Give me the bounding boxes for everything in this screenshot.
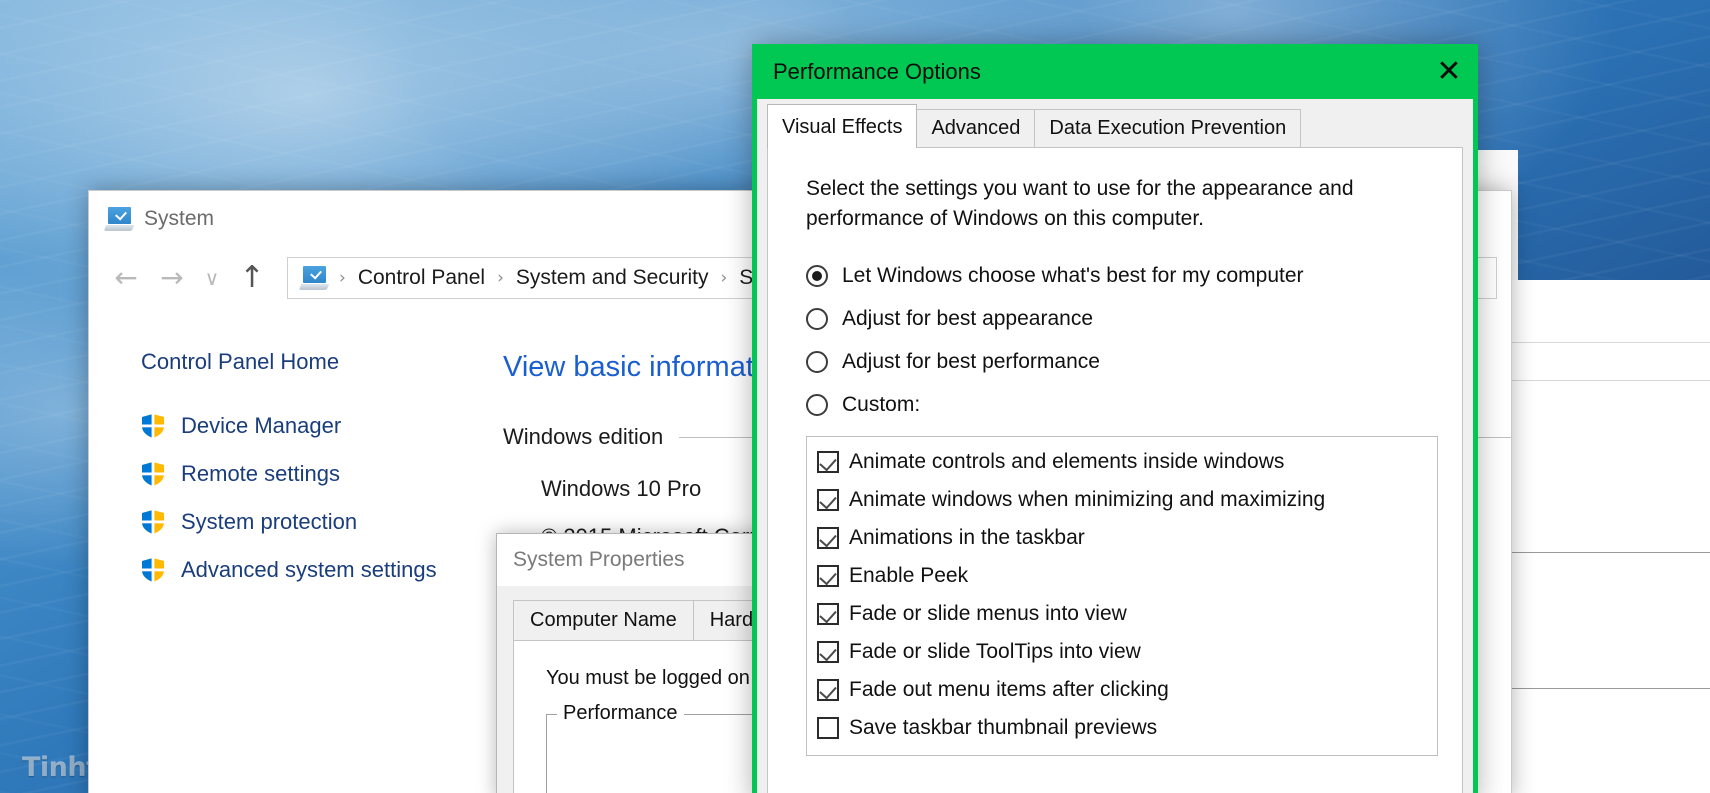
sidebar-item-label: System protection [181,509,358,534]
panel-divider [1480,688,1710,689]
back-icon[interactable]: ← [103,255,149,301]
breadcrumb-separator: › [339,268,346,288]
system-window-title: System [144,207,215,230]
list-item[interactable]: Fade or slide menus into view [817,599,1429,629]
tab-computer-name[interactable]: Computer Name [513,600,694,640]
radio-label: Adjust for best performance [842,349,1100,373]
checkbox-label: Enable Peek [849,563,969,587]
checkbox-icon[interactable] [817,564,839,587]
checkbox-icon[interactable] [817,488,839,511]
panel-divider [1480,552,1710,553]
tab-advanced[interactable]: Advanced [916,109,1036,148]
radio-let-windows-choose[interactable]: Let Windows choose what's best for my co… [806,264,1438,288]
checkbox-label: Animate controls and elements inside win… [849,449,1285,473]
list-item[interactable]: Show shadows under mouse pointer [817,751,1429,756]
performance-options-titlebar: Performance Options ✕ [757,44,1473,99]
up-icon[interactable]: ↑ [229,255,275,301]
shield-icon [141,509,165,535]
breadcrumb-separator: › [497,268,504,288]
checkbox-icon[interactable] [817,602,839,625]
sidebar-item-control-panel-home[interactable]: Control Panel Home [141,349,489,375]
breadcrumb-monitor-icon [298,266,330,290]
list-item[interactable]: Fade or slide ToolTips into view [817,637,1429,667]
list-item[interactable]: Enable Peek [817,561,1429,591]
list-item[interactable]: Save taskbar thumbnail previews [817,713,1429,743]
checkbox-icon[interactable] [817,716,839,739]
close-icon[interactable]: ✕ [1420,44,1473,99]
checkbox-label: Animations in the taskbar [849,525,1085,549]
shield-icon [141,413,165,439]
checkbox-icon[interactable] [817,526,839,549]
list-item[interactable]: Animate windows when minimizing and maxi… [817,485,1429,515]
forward-icon[interactable]: → [149,255,195,301]
checkbox-icon[interactable] [817,678,839,701]
checkbox-label: Animate windows when minimizing and maxi… [849,487,1326,511]
breadcrumb-item-control-panel[interactable]: Control Panel [355,266,488,290]
sidebar-item-device-manager[interactable]: Device Manager [141,413,489,439]
radio-button-icon[interactable] [806,264,828,287]
desktop-wallpaper: System ← → ∨ ↑ › Control Panel › System … [0,0,1710,793]
list-item[interactable]: Fade out menu items after clicking [817,675,1429,705]
radio-button-icon[interactable] [806,350,828,373]
chevron-down-icon[interactable]: ∨ [195,255,229,301]
visual-effects-checkbox-list[interactable]: Animate controls and elements inside win… [806,435,1438,756]
checkbox-label: Fade or slide ToolTips into view [849,639,1141,663]
sidebar-item-advanced-system-settings[interactable]: Advanced system settings [141,557,489,583]
panel-description: Select the settings you want to use for … [806,177,1354,230]
system-sidebar: Control Panel Home Device Manager Remote… [89,309,489,793]
sidebar-item-remote-settings[interactable]: Remote settings [141,461,489,487]
checkbox-icon[interactable] [817,450,839,473]
radio-label: Custom: [842,392,921,416]
radio-custom[interactable]: Custom: [806,393,1438,417]
sidebar-item-label: Device Manager [181,413,342,438]
checkbox-label: Fade out menu items after clicking [849,677,1169,701]
shield-icon [141,557,165,583]
monitor-icon [103,207,135,231]
sidebar-item-label: Remote settings [181,461,340,486]
visual-effects-panel: Select the settings you want to use for … [767,147,1463,793]
radio-button-icon[interactable] [806,307,828,330]
performance-group-label: Performance [557,702,684,725]
background-window-panel [1480,280,1710,793]
performance-options-dialog[interactable]: Performance Options ✕ Visual Effects Adv… [752,44,1478,793]
checkbox-icon[interactable] [817,755,839,756]
breadcrumb-separator: › [720,268,728,288]
checkbox-icon[interactable] [817,640,839,663]
breadcrumb-item-system-and-security[interactable]: System and Security [513,266,712,290]
sidebar-item-system-protection[interactable]: System protection [141,509,489,535]
tab-data-execution-prevention[interactable]: Data Execution Prevention [1034,109,1302,148]
radio-best-performance[interactable]: Adjust for best performance [806,350,1438,374]
radio-label: Let Windows choose what's best for my co… [842,263,1304,287]
list-item[interactable]: Animate controls and elements inside win… [817,447,1429,477]
shield-icon [141,461,165,487]
panel-divider [1480,342,1710,343]
panel-divider [1480,380,1710,381]
sidebar-item-label: Advanced system settings [181,557,437,582]
radio-best-appearance[interactable]: Adjust for best appearance [806,307,1438,331]
performance-options-title: Performance Options [773,58,981,84]
section-label: Windows edition [503,424,664,449]
list-item[interactable]: Animations in the taskbar [817,523,1429,553]
radio-label: Adjust for best appearance [842,306,1093,330]
checkbox-label: Save taskbar thumbnail previews [849,715,1158,739]
checkbox-label: Show shadows under mouse pointer [849,754,1189,755]
checkbox-label: Fade or slide menus into view [849,601,1127,625]
tab-visual-effects[interactable]: Visual Effects [767,104,918,148]
performance-options-tabstrip: Visual Effects Advanced Data Execution P… [757,99,1473,148]
radio-button-icon[interactable] [806,393,828,416]
